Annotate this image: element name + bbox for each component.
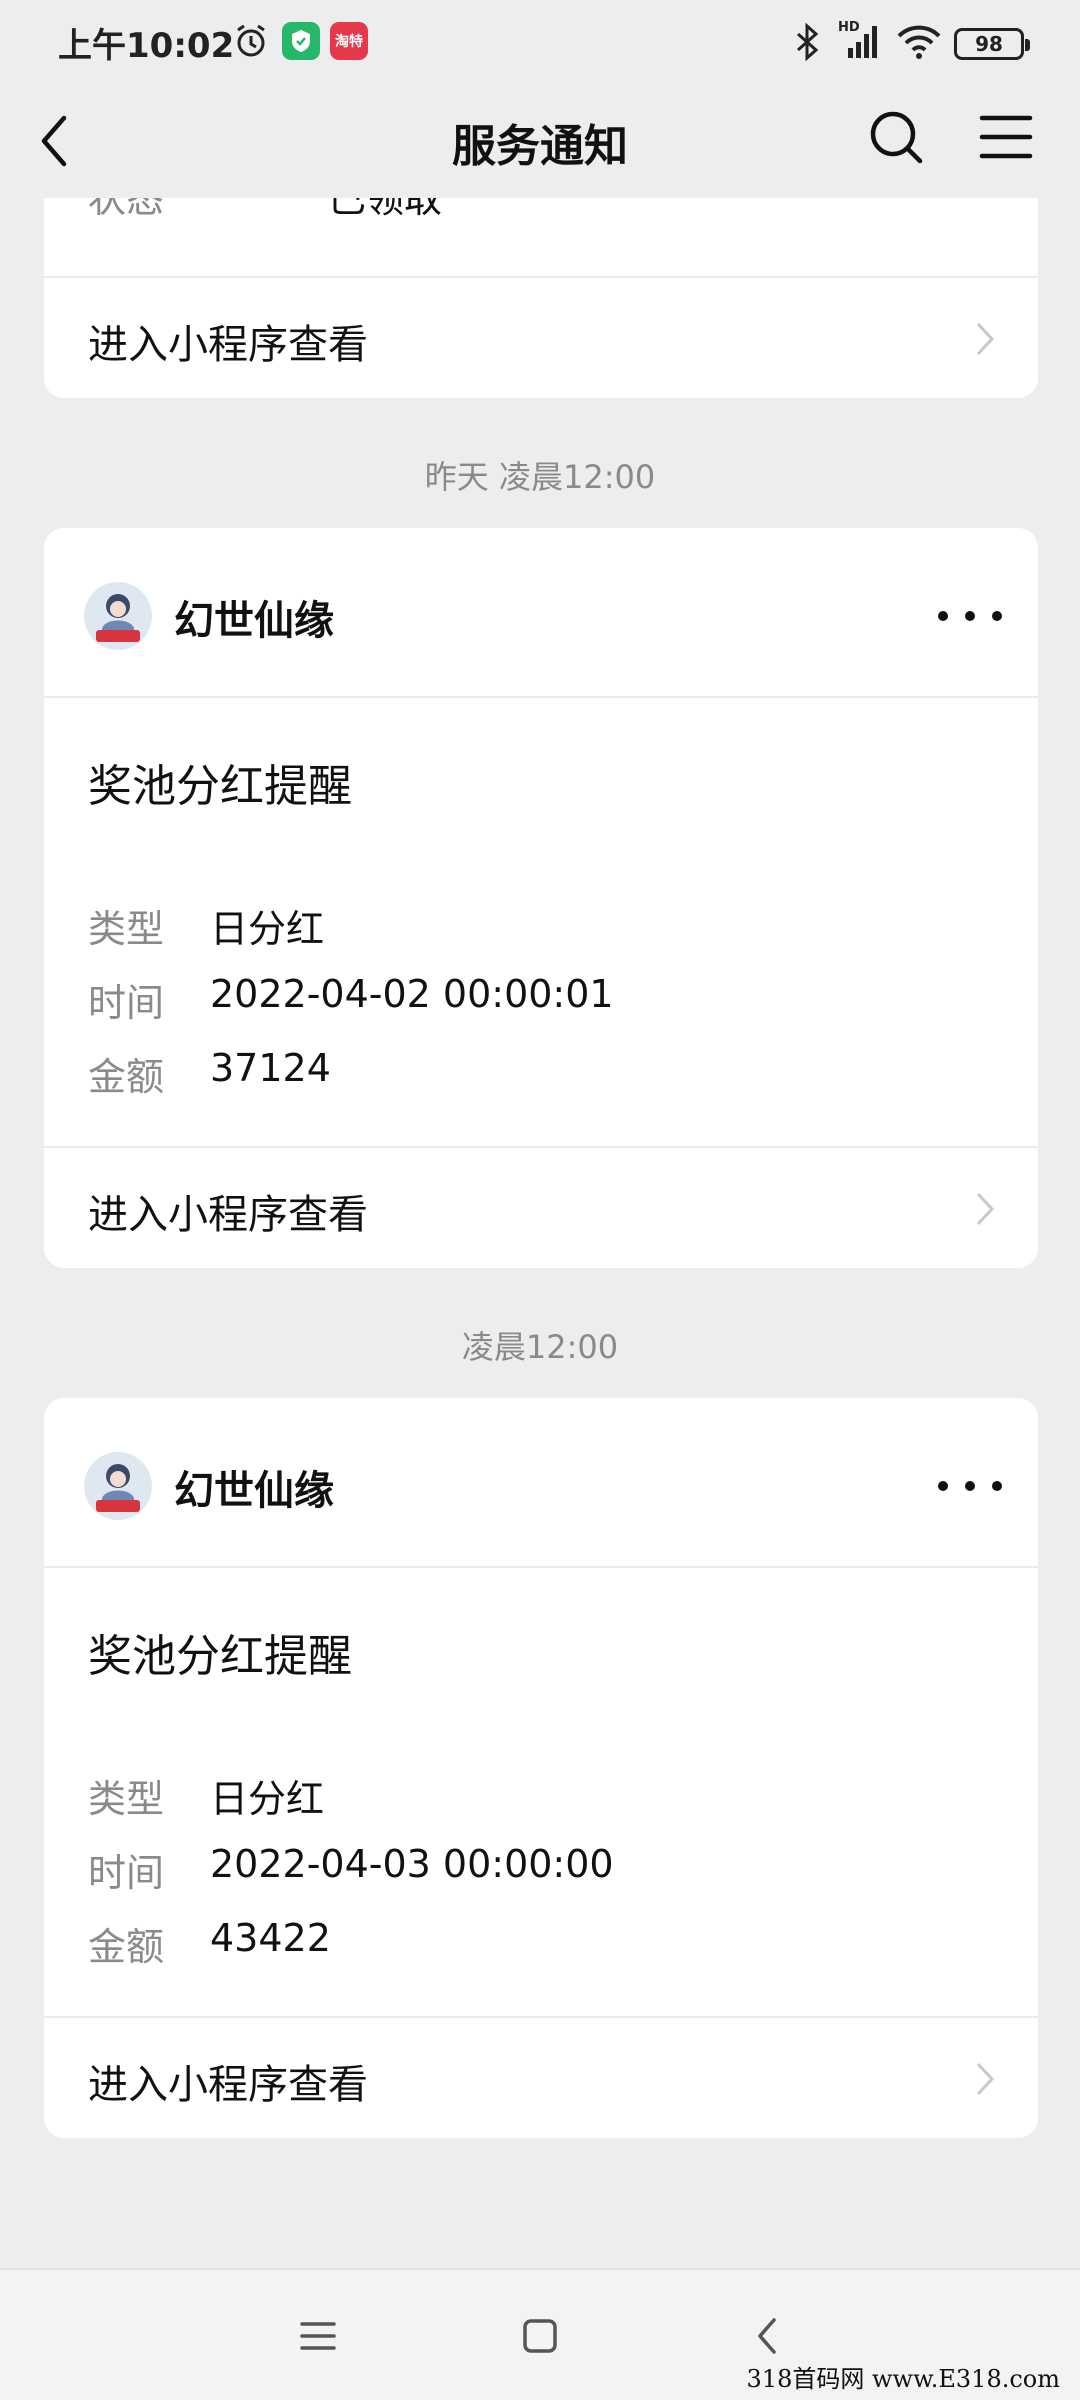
row-label: 金额 (88, 1055, 165, 1099)
row-value: 日分红 (210, 1777, 325, 1821)
more-options-button[interactable] (938, 596, 1002, 636)
detail-row-amount: 金额 43422 (88, 1916, 331, 1971)
search-button[interactable] (866, 104, 926, 170)
alarm-icon (237, 24, 265, 57)
message-card: 幻世仙缘 奖池分红提醒 类型 日分红 时间 2022-04-02 00:00:0… (44, 528, 1038, 1268)
open-miniprogram-link[interactable]: 进入小程序查看 (44, 2016, 1038, 2138)
notice-title: 奖池分红提醒 (88, 1631, 352, 1682)
status-row: 状态 已领取 (88, 198, 442, 223)
detail-row-type: 类型 日分红 (88, 1768, 324, 1823)
card-header: 幻世仙缘 (44, 1398, 1038, 1568)
service-notification-screen: 上午10:02 淘特 HD 98 服务通知 状态 已领取 进入小程序查看 昨天 … (0, 0, 1080, 2400)
status-time: 上午10:02 (58, 26, 235, 66)
title-bar: 服务通知 (0, 86, 1080, 198)
home-icon[interactable] (518, 2314, 562, 2358)
open-miniprogram-link[interactable]: 进入小程序查看 (44, 1146, 1038, 1268)
row-value: 37124 (210, 1046, 331, 1090)
cellular-signal-icon: HD (838, 20, 884, 60)
back-button[interactable] (30, 108, 90, 174)
brand-avatar[interactable] (84, 1452, 152, 1520)
message-card: 幻世仙缘 奖池分红提醒 类型 日分红 时间 2022-04-03 00:00:0… (44, 1398, 1038, 2138)
menu-button[interactable] (976, 104, 1036, 170)
row-label: 时间 (88, 981, 165, 1025)
detail-row-time: 时间 2022-04-02 00:00:01 (88, 972, 614, 1027)
recent-apps-icon[interactable] (296, 2314, 340, 2358)
row-value: 43422 (210, 1916, 331, 1960)
bluetooth-icon (797, 22, 819, 62)
row-value: 已领取 (328, 198, 443, 221)
message-timestamp: 凌晨12:00 (461, 1328, 619, 1366)
row-label: 金额 (88, 1925, 165, 1969)
watermark: 318首码网 www.E318.com (746, 2365, 1060, 2393)
row-label: 类型 (88, 907, 165, 951)
hamburger-menu-icon (979, 115, 1033, 159)
battery-indicator: 98 (954, 28, 1030, 60)
search-icon (870, 111, 923, 164)
back-arrow-icon (41, 115, 67, 167)
row-value: 日分红 (210, 907, 325, 951)
detail-row-amount: 金额 37124 (88, 1046, 331, 1101)
brand-avatar[interactable] (84, 582, 152, 650)
open-miniprogram-label: 进入小程序查看 (88, 1192, 368, 1238)
row-label: 状态 (88, 198, 165, 221)
brand-name[interactable]: 幻世仙缘 (174, 588, 334, 646)
brand-name[interactable]: 幻世仙缘 (174, 1458, 334, 1516)
wifi-icon (897, 25, 941, 59)
status-bar: 上午10:02 淘特 HD 98 (0, 0, 1080, 86)
open-miniprogram-label: 进入小程序查看 (88, 322, 368, 368)
shield-app-icon (282, 22, 320, 60)
chevron-right-icon (976, 322, 995, 356)
open-miniprogram-link[interactable]: 进入小程序查看 (44, 276, 1038, 398)
detail-row-type: 类型 日分红 (88, 898, 324, 953)
system-nav-bar: 318首码网 www.E318.com (0, 2268, 1080, 2400)
more-options-button[interactable] (938, 1466, 1002, 1506)
notice-title: 奖池分红提醒 (88, 761, 352, 812)
back-nav-icon[interactable] (746, 2314, 790, 2358)
message-timestamp: 昨天 凌晨12:00 (424, 458, 656, 496)
partial-message-card: 状态 已领取 进入小程序查看 (44, 198, 1038, 398)
card-header: 幻世仙缘 (44, 528, 1038, 698)
taote-app-icon: 淘特 (330, 22, 368, 60)
message-list[interactable]: 状态 已领取 进入小程序查看 昨天 凌晨12:00 幻世仙缘 奖池分红提醒 类型… (0, 198, 1080, 2268)
chevron-right-icon (976, 1192, 995, 1226)
detail-row-time: 时间 2022-04-03 00:00:00 (88, 1842, 614, 1897)
row-value: 2022-04-03 00:00:00 (210, 1842, 614, 1886)
row-value: 2022-04-02 00:00:01 (210, 972, 614, 1016)
open-miniprogram-label: 进入小程序查看 (88, 2062, 368, 2108)
row-label: 类型 (88, 1777, 165, 1821)
row-label: 时间 (88, 1851, 165, 1895)
chevron-right-icon (976, 2062, 995, 2096)
